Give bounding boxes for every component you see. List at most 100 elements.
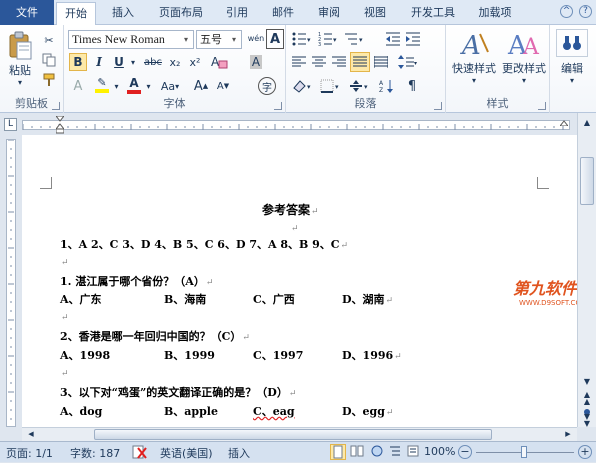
scroll-up-icon[interactable]: ▲: [580, 116, 594, 130]
print-layout-view-icon[interactable]: [330, 444, 346, 460]
zoom-out-icon[interactable]: −: [458, 445, 472, 459]
align-left-icon[interactable]: [290, 53, 308, 71]
quick-styles-label[interactable]: 快速样式: [448, 61, 500, 75]
vertical-scroll-thumb[interactable]: [580, 157, 594, 205]
scroll-right-icon[interactable]: ▶: [562, 429, 574, 440]
q1-option-c[interactable]: C、广西: [253, 291, 295, 307]
page-count[interactable]: 页面: 1/1: [6, 445, 53, 461]
shrink-font-button[interactable]: A ▼: [214, 77, 232, 95]
shading-icon[interactable]: ▾: [290, 77, 314, 95]
format-painter-icon[interactable]: [40, 71, 58, 89]
chinese-layout-icon[interactable]: ▾: [348, 77, 370, 95]
tab-addins[interactable]: 加载项: [470, 2, 520, 25]
outline-view-icon[interactable]: [388, 444, 404, 460]
insert-mode-status[interactable]: 插入: [228, 445, 250, 461]
quick-styles-icon[interactable]: A: [452, 29, 498, 59]
cut-icon[interactable]: ✂: [40, 31, 58, 49]
previous-page-icon[interactable]: ▲ ▲: [580, 391, 594, 406]
question-1[interactable]: 1. 湛江属于哪个省份？（A）↵: [60, 273, 213, 289]
zoom-in-icon[interactable]: +: [578, 445, 592, 459]
underline-dropdown-icon[interactable]: ▾: [128, 53, 138, 71]
tab-selector-icon[interactable]: L: [4, 118, 17, 131]
highlight-dropdown-icon[interactable]: ▾: [112, 77, 121, 95]
justify-icon[interactable]: [350, 52, 370, 72]
next-page-icon[interactable]: ▼ ▼: [580, 413, 594, 428]
scroll-down-icon[interactable]: ▼: [580, 375, 594, 389]
clipboard-launcher-icon[interactable]: [52, 102, 60, 110]
subscript-button[interactable]: x₂: [166, 53, 184, 71]
language-status[interactable]: 英语(美国): [160, 445, 213, 461]
document-title[interactable]: 参考答案↵: [262, 201, 319, 218]
char-border-button[interactable]: A: [266, 29, 284, 49]
change-styles-icon[interactable]: AA: [500, 29, 546, 59]
answers-line[interactable]: 1、A 2、C 3、D 4、B 5、C 6、D 7、A 8、B 9、C↵: [60, 236, 348, 252]
multilevel-list-icon[interactable]: ▾: [342, 30, 366, 48]
char-shading-button[interactable]: A: [246, 53, 266, 71]
distributed-icon[interactable]: [372, 53, 390, 71]
document-page[interactable]: 参考答案↵ ↵ 1、A 2、C 3、D 4、B 5、C 6、D 7、A 8、B …: [22, 135, 577, 427]
full-screen-view-icon[interactable]: [350, 444, 366, 460]
q1-option-d[interactable]: D、湖南↵: [342, 291, 393, 307]
font-name-combo[interactable]: Times New Roman ▾: [68, 30, 194, 49]
tab-references[interactable]: 引用: [218, 2, 256, 25]
web-layout-view-icon[interactable]: [370, 444, 386, 460]
editing-dropdown-icon[interactable]: ▾: [552, 75, 592, 85]
q2-option-a[interactable]: A、1998: [60, 347, 110, 363]
scroll-left-icon[interactable]: ◀: [25, 429, 37, 440]
clear-formatting-icon[interactable]: A: [208, 53, 230, 71]
font-name-dropdown-icon[interactable]: ▾: [180, 32, 192, 47]
enclose-characters-button[interactable]: 字: [258, 77, 276, 95]
borders-icon[interactable]: ▾: [318, 77, 342, 95]
tab-review[interactable]: 审阅: [310, 2, 348, 25]
decrease-indent-icon[interactable]: [384, 30, 402, 48]
indent-marker-icon[interactable]: [54, 115, 66, 134]
tab-view[interactable]: 视图: [356, 2, 394, 25]
font-color-dropdown-icon[interactable]: ▾: [144, 77, 153, 95]
tab-mailings[interactable]: 邮件: [264, 2, 302, 25]
phonetic-guide-button[interactable]: wén: [246, 29, 266, 49]
horizontal-scroll-thumb[interactable]: [94, 429, 492, 440]
change-styles-dropdown-icon[interactable]: ▾: [498, 75, 550, 85]
superscript-button[interactable]: x²: [186, 53, 204, 71]
font-color-button[interactable]: A: [124, 75, 144, 95]
q3-option-b[interactable]: B、apple: [164, 403, 218, 419]
q1-option-a[interactable]: A、广东: [60, 291, 102, 307]
tab-insert[interactable]: 插入: [104, 2, 142, 25]
font-size-dropdown-icon[interactable]: ▾: [228, 32, 240, 47]
paste-button-label[interactable]: 粘贴: [4, 63, 36, 77]
bullets-icon[interactable]: ▾: [290, 30, 314, 48]
font-launcher-icon[interactable]: [274, 102, 282, 110]
copy-icon[interactable]: [40, 51, 58, 69]
minimize-ribbon-icon[interactable]: ^: [560, 5, 573, 18]
change-case-button[interactable]: Aa ▾: [158, 77, 182, 95]
font-size-combo[interactable]: 五号 ▾: [196, 30, 242, 49]
strikethrough-button[interactable]: abc: [142, 53, 164, 71]
show-marks-icon[interactable]: ¶: [402, 77, 422, 95]
tab-home[interactable]: 开始: [56, 2, 96, 26]
align-center-icon[interactable]: [310, 53, 328, 71]
tab-file[interactable]: 文件: [0, 0, 54, 25]
bold-button[interactable]: B: [69, 53, 87, 71]
help-icon[interactable]: ?: [579, 5, 592, 18]
draft-view-icon[interactable]: [406, 444, 422, 460]
q2-option-d[interactable]: D、1996↵: [342, 347, 402, 363]
line-spacing-icon[interactable]: ▾: [396, 53, 420, 71]
vertical-ruler[interactable]: [0, 135, 22, 427]
underline-button[interactable]: U: [110, 53, 128, 71]
quick-styles-dropdown-icon[interactable]: ▾: [448, 75, 500, 85]
highlight-button[interactable]: ✎: [92, 75, 112, 95]
tab-developer[interactable]: 开发工具: [402, 2, 464, 25]
align-right-icon[interactable]: [330, 53, 348, 71]
paste-icon[interactable]: [4, 29, 36, 63]
horizontal-ruler[interactable]: L: [0, 113, 596, 135]
tab-page-layout[interactable]: 页面布局: [150, 2, 212, 25]
zoom-level[interactable]: 100%: [424, 445, 455, 458]
paragraph-launcher-icon[interactable]: [434, 102, 442, 110]
styles-launcher-icon[interactable]: [538, 102, 546, 110]
question-2[interactable]: 2、香港是哪一年回归中国的？（C）↵: [60, 328, 250, 344]
change-styles-label[interactable]: 更改样式: [498, 61, 550, 75]
grow-font-button[interactable]: A ▲: [192, 77, 210, 95]
editing-label[interactable]: 编辑: [552, 61, 592, 75]
text-effects-icon[interactable]: A: [69, 77, 87, 95]
q2-option-c[interactable]: C、1997: [253, 347, 303, 363]
